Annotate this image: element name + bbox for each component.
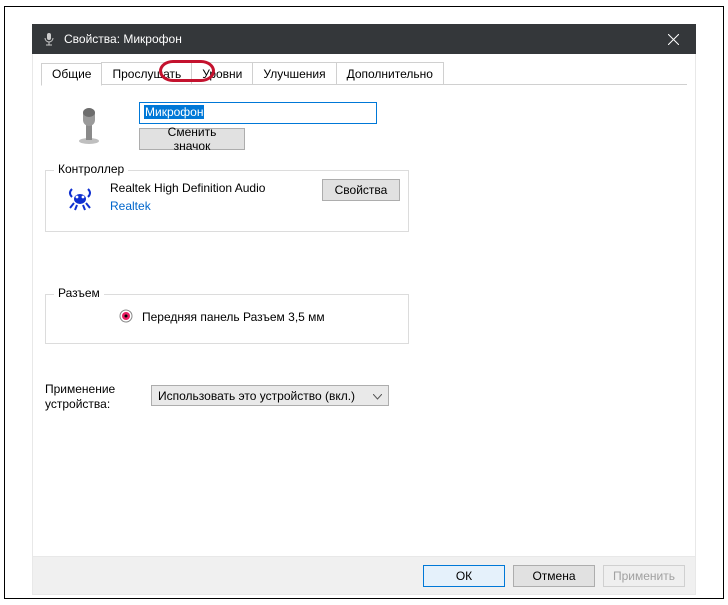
button-label: Отмена (532, 569, 575, 583)
microphone-icon (42, 32, 56, 46)
tab-strip: Общие Прослушать Уровни Улучшения Дополн… (41, 62, 443, 85)
apply-button[interactable]: Применить (603, 565, 685, 587)
tab-label: Уровни (202, 67, 242, 81)
jack-groupbox: Разъем Передняя панель Разъем 3,5 мм (45, 294, 409, 344)
tab-underline (41, 84, 687, 85)
dialog-footer: ОК Отмена Применить (32, 557, 696, 595)
button-label: Сменить значок (150, 125, 234, 153)
controller-vendor-link[interactable]: Realtek (110, 199, 151, 213)
device-icon (73, 106, 105, 142)
realtek-icon (66, 183, 94, 211)
jack-color-icon (119, 309, 133, 323)
close-icon (668, 34, 679, 45)
jack-description: Передняя панель Разъем 3,5 мм (142, 310, 325, 324)
dialog-body: Общие Прослушать Уровни Улучшения Дополн… (32, 54, 696, 557)
controller-properties-button[interactable]: Свойства (322, 179, 400, 201)
tab-panel-general: Микрофон Сменить значок Контроллер (41, 94, 687, 548)
controller-groupbox: Контроллер Realtek High Definition A (45, 170, 409, 232)
tab-label: Прослушать (112, 67, 181, 81)
titlebar: Свойства: Микрофон (32, 24, 696, 54)
change-icon-button[interactable]: Сменить значок (139, 128, 245, 150)
button-label: ОК (456, 569, 472, 583)
tab-label: Улучшения (263, 67, 325, 81)
button-label: Свойства (335, 183, 388, 197)
device-name-value: Микрофон (144, 105, 204, 119)
tab-label: Общие (52, 67, 91, 81)
ok-button[interactable]: ОК (423, 565, 505, 587)
tab-general[interactable]: Общие (41, 63, 102, 86)
tab-levels[interactable]: Уровни (191, 62, 253, 85)
jack-legend: Разъем (54, 286, 104, 300)
tab-label: Дополнительно (347, 67, 433, 81)
chevron-down-icon (373, 389, 382, 403)
button-label: Применить (613, 569, 675, 583)
tab-advanced[interactable]: Дополнительно (336, 62, 444, 85)
controller-legend: Контроллер (54, 162, 128, 176)
tab-enhancements[interactable]: Улучшения (252, 62, 336, 85)
close-button[interactable] (651, 24, 696, 54)
tab-listen[interactable]: Прослушать (101, 62, 192, 85)
cancel-button[interactable]: Отмена (513, 565, 595, 587)
select-value: Использовать это устройство (вкл.) (158, 389, 355, 403)
device-usage-label: Применение устройства: (45, 382, 145, 412)
device-name-input[interactable]: Микрофон (139, 102, 377, 124)
device-usage-select[interactable]: Использовать это устройство (вкл.) (151, 385, 389, 406)
window-title: Свойства: Микрофон (64, 32, 651, 46)
controller-name: Realtek High Definition Audio (110, 181, 265, 195)
